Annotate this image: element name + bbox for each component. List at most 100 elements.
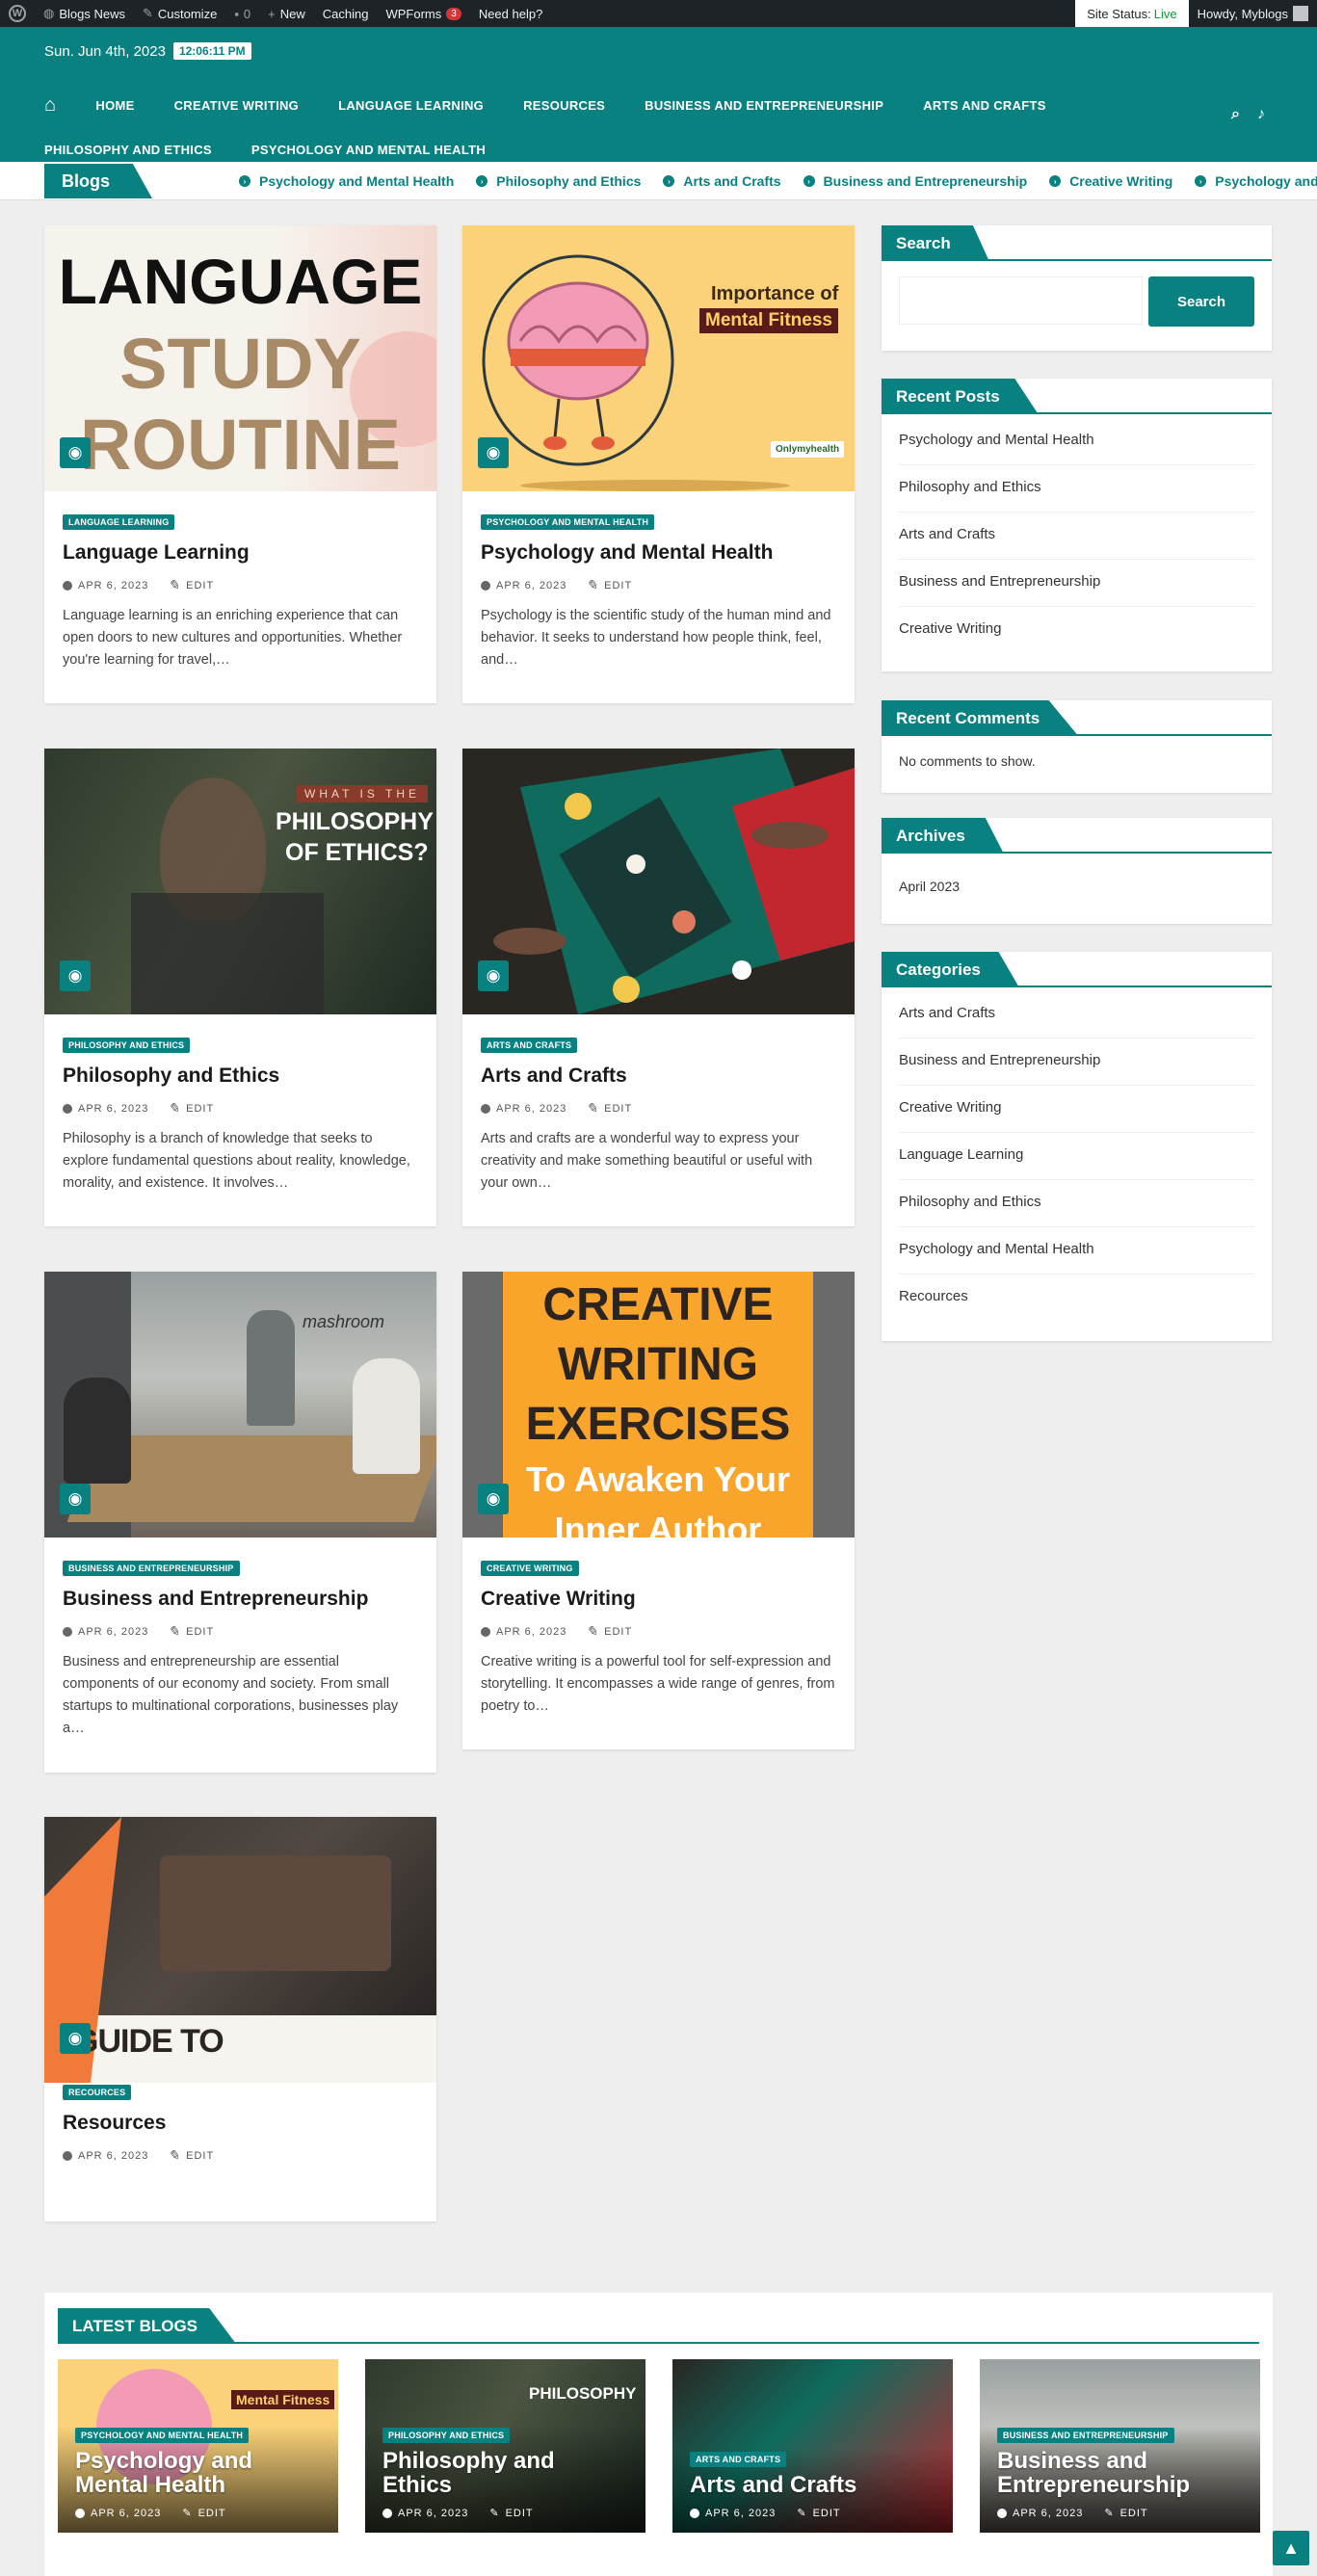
post-date[interactable]: Apr 6, 2023 — [481, 580, 566, 591]
wpforms-link[interactable]: WPForms 3 — [377, 0, 469, 27]
post-date[interactable]: Apr 6, 2023 — [690, 2507, 776, 2519]
post-date[interactable]: Apr 6, 2023 — [382, 2507, 468, 2519]
category-link[interactable]: Arts and Crafts — [899, 991, 1254, 1038]
archive-link[interactable]: April 2023 — [899, 857, 1254, 905]
category-badge[interactable]: Psychology and Mental Health — [481, 514, 655, 530]
recent-post-link[interactable]: Creative Writing — [899, 607, 1254, 654]
bell-icon[interactable]: ♪ — [1257, 106, 1265, 123]
ticker-item[interactable]: › Creative Writing — [1049, 173, 1172, 189]
post-date[interactable]: Apr 6, 2023 — [63, 580, 148, 591]
latest-blog-card[interactable]: Business and Entrepreneurship Business a… — [980, 2359, 1260, 2533]
post-title[interactable]: Philosophy and Ethics — [63, 1065, 418, 1088]
post-excerpt: Psychology is the scientific study of th… — [481, 608, 831, 668]
category-badge[interactable]: Creative Writing — [481, 1561, 579, 1576]
post-title[interactable]: Language Learning — [63, 541, 418, 565]
post-date[interactable]: Apr 6, 2023 — [481, 1626, 566, 1638]
category-badge[interactable]: Arts and Crafts — [481, 1038, 578, 1053]
category-link[interactable]: Psychology and Mental Health — [899, 1227, 1254, 1275]
site-name-link[interactable]: ◍ Blogs News — [35, 0, 134, 27]
edit-link[interactable]: ✎ Edit — [182, 2507, 225, 2520]
post-title[interactable]: Arts and Crafts — [481, 1065, 836, 1088]
post-thumbnail[interactable]: GUIDE TO ◉ — [44, 1817, 436, 2083]
category-badge[interactable]: Language Learning — [63, 514, 175, 530]
search-button[interactable]: Search — [1148, 276, 1254, 327]
need-help-link[interactable]: Need help? — [470, 0, 552, 27]
edit-link[interactable]: ✎ Edit — [586, 577, 632, 593]
new-content-link[interactable]: + New — [259, 0, 314, 27]
post-date[interactable]: Apr 6, 2023 — [481, 1103, 566, 1115]
nav-business[interactable]: Business and Entrepreneurship — [645, 83, 883, 127]
category-badge[interactable]: Arts and Crafts — [690, 2452, 787, 2467]
site-status[interactable]: Site Status: Live — [1075, 0, 1189, 27]
ticker-item[interactable]: ›Psychology and Me — [1195, 173, 1317, 189]
ticker-item[interactable]: › Psychology and Mental Health — [239, 173, 454, 189]
comments-link[interactable]: ▪ 0 — [225, 0, 259, 27]
recent-post-link[interactable]: Psychology and Mental Health — [899, 418, 1254, 465]
recent-post-link[interactable]: Business and Entrepreneurship — [899, 560, 1254, 607]
edit-link[interactable]: ✎ Edit — [168, 1100, 214, 1117]
category-badge[interactable]: Philosophy and Ethics — [382, 2428, 511, 2443]
search-icon[interactable]: ⌕ — [1231, 106, 1240, 123]
recent-post-link[interactable]: Arts and Crafts — [899, 513, 1254, 560]
customize-link[interactable]: ✎ Customize — [134, 0, 225, 27]
nav-language-learning[interactable]: Language Learning — [338, 83, 484, 127]
post-date[interactable]: Apr 6, 2023 — [63, 2150, 148, 2162]
edit-link[interactable]: ✎ Edit — [489, 2507, 533, 2520]
edit-link[interactable]: ✎ Edit — [586, 1623, 632, 1640]
recent-post-link[interactable]: Philosophy and Ethics — [899, 465, 1254, 513]
latest-blog-card[interactable]: PHILOSOPHY Philosophy and Ethics Philoso… — [365, 2359, 645, 2533]
edit-link[interactable]: ✎ Edit — [797, 2507, 840, 2520]
edit-link[interactable]: ✎ Edit — [168, 577, 214, 593]
post-thumbnail[interactable]: Importance of Mental Fitness Onlymyhealt… — [462, 225, 855, 491]
post-title[interactable]: Resources — [63, 2112, 418, 2135]
post-thumbnail[interactable]: WHAT IS THE PHILOSOPHY OF ETHICS? ◉ — [44, 749, 436, 1014]
post-thumbnail[interactable]: LANGUAGE STUDY ROUTINE ◉ — [44, 225, 436, 491]
account-menu[interactable]: Howdy, Myblogs — [1189, 0, 1317, 27]
latest-blog-card[interactable]: Arts and Crafts Arts and Crafts Apr 6, 2… — [672, 2359, 953, 2533]
post-thumbnail[interactable]: CREATIVE WRITING EXERCISES To Awaken You… — [462, 1272, 855, 1538]
nav-arts-crafts[interactable]: Arts and Crafts — [923, 83, 1046, 127]
edit-link[interactable]: ✎ Edit — [168, 1623, 214, 1640]
category-link[interactable]: Language Learning — [899, 1133, 1254, 1180]
latest-blog-title[interactable]: Psychology and Mental Health — [75, 2449, 321, 2497]
category-link[interactable]: Business and Entrepreneurship — [899, 1038, 1254, 1086]
category-badge[interactable]: Philosophy and Ethics — [63, 1038, 191, 1053]
edit-link[interactable]: ✎ Edit — [168, 2147, 214, 2164]
post-date[interactable]: Apr 6, 2023 — [997, 2507, 1083, 2519]
search-input[interactable] — [899, 276, 1143, 325]
latest-blog-title[interactable]: Arts and Crafts — [690, 2473, 935, 2497]
post-date[interactable]: Apr 6, 2023 — [63, 1103, 148, 1115]
latest-blog-title[interactable]: Business and Entrepreneurship — [997, 2449, 1243, 2497]
category-badge[interactable]: Business and Entrepreneurship — [997, 2428, 1174, 2443]
post-title[interactable]: Business and Entrepreneurship — [63, 1588, 418, 1611]
post-date[interactable]: Apr 6, 2023 — [63, 1626, 148, 1638]
post-title[interactable]: Psychology and Mental Health — [481, 541, 836, 565]
latest-blog-title[interactable]: Philosophy and Ethics — [382, 2449, 628, 2497]
category-link[interactable]: Recources — [899, 1275, 1254, 1322]
latest-blog-card[interactable]: Mental Fitness Psychology and Mental Hea… — [58, 2359, 338, 2533]
ticker-item[interactable]: › Business and Entrepreneurship — [803, 173, 1027, 189]
back-to-top-button[interactable]: ▲ — [1273, 2531, 1309, 2565]
nav-resources[interactable]: Resources — [523, 83, 605, 127]
category-badge[interactable]: Psychology and Mental Health — [75, 2428, 250, 2443]
ticker-item[interactable]: › Philosophy and Ethics — [476, 173, 641, 189]
post-thumbnail[interactable]: ◉ — [462, 749, 855, 1014]
category-link[interactable]: Philosophy and Ethics — [899, 1180, 1254, 1227]
category-badge[interactable]: Recources — [63, 2085, 132, 2100]
ticker-item[interactable]: › Arts and Crafts — [663, 173, 781, 189]
section-title: LATEST BLOGS — [58, 2308, 237, 2344]
date-bar: Sun. Jun 4th, 2023 12:06:11 PM — [44, 42, 251, 60]
wordpress-logo-icon[interactable]: W — [0, 0, 35, 27]
post-title[interactable]: Creative Writing — [481, 1588, 836, 1611]
post-date[interactable]: Apr 6, 2023 — [75, 2507, 161, 2519]
nav-creative-writing[interactable]: Creative Writing — [174, 83, 300, 127]
caching-link[interactable]: Caching — [314, 0, 378, 27]
category-link[interactable]: Creative Writing — [899, 1086, 1254, 1133]
post-thumbnail[interactable]: mashroom ◉ — [44, 1272, 436, 1538]
nav-home[interactable]: ⌂ — [44, 83, 56, 127]
nav-home-link[interactable]: Home — [95, 83, 134, 127]
edit-link[interactable]: ✎ Edit — [586, 1100, 632, 1117]
edit-link[interactable]: ✎ Edit — [1104, 2507, 1147, 2520]
category-badge[interactable]: Business and Entrepreneurship — [63, 1561, 240, 1576]
post-card: mashroom ◉ Business and Entrepreneurship… — [44, 1272, 436, 1773]
